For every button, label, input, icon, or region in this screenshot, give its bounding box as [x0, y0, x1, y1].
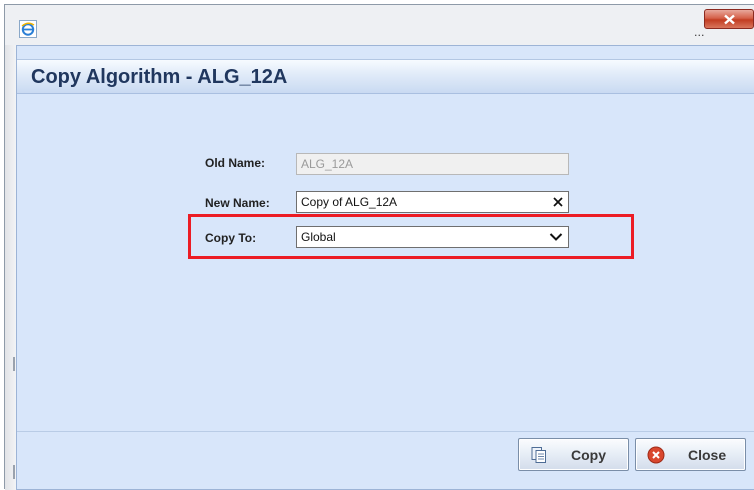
copy-button[interactable]: Copy	[518, 438, 629, 471]
cancel-circle-icon	[647, 446, 665, 464]
copy-to-highlight-box	[188, 214, 634, 259]
new-name-value: Copy of ALG_12A	[301, 195, 398, 209]
window-titlebar: ...	[5, 5, 754, 45]
dialog-header: Copy Algorithm - ALG_12A	[17, 59, 754, 94]
window-left-frame	[5, 45, 16, 490]
dialog-title: Copy Algorithm - ALG_12A	[31, 66, 288, 88]
close-button-label: Close	[688, 447, 727, 463]
ie-icon	[19, 20, 37, 38]
clear-icon[interactable]	[552, 196, 564, 208]
close-x-icon	[724, 14, 735, 25]
new-name-input[interactable]: Copy of ALG_12A	[296, 191, 569, 213]
copy-button-label: Copy	[571, 447, 606, 463]
window-close-button[interactable]	[704, 9, 754, 29]
copy-algorithm-dialog: Copy Algorithm - ALG_12A Old Name: ALG_1…	[16, 45, 754, 490]
old-name-label: Old Name:	[205, 156, 266, 170]
frame-handle	[13, 357, 15, 371]
copy-icon	[531, 447, 546, 463]
old-name-field: ALG_12A	[296, 153, 569, 175]
close-button[interactable]: Close	[635, 438, 746, 471]
titlebar-overflow-dots: ...	[694, 26, 705, 39]
footer-divider	[17, 431, 754, 432]
browser-popup-window: ... Copy Algorithm - ALG_12A Old Name: A…	[4, 4, 754, 490]
frame-handle	[13, 465, 15, 479]
new-name-label: New Name:	[205, 196, 270, 210]
